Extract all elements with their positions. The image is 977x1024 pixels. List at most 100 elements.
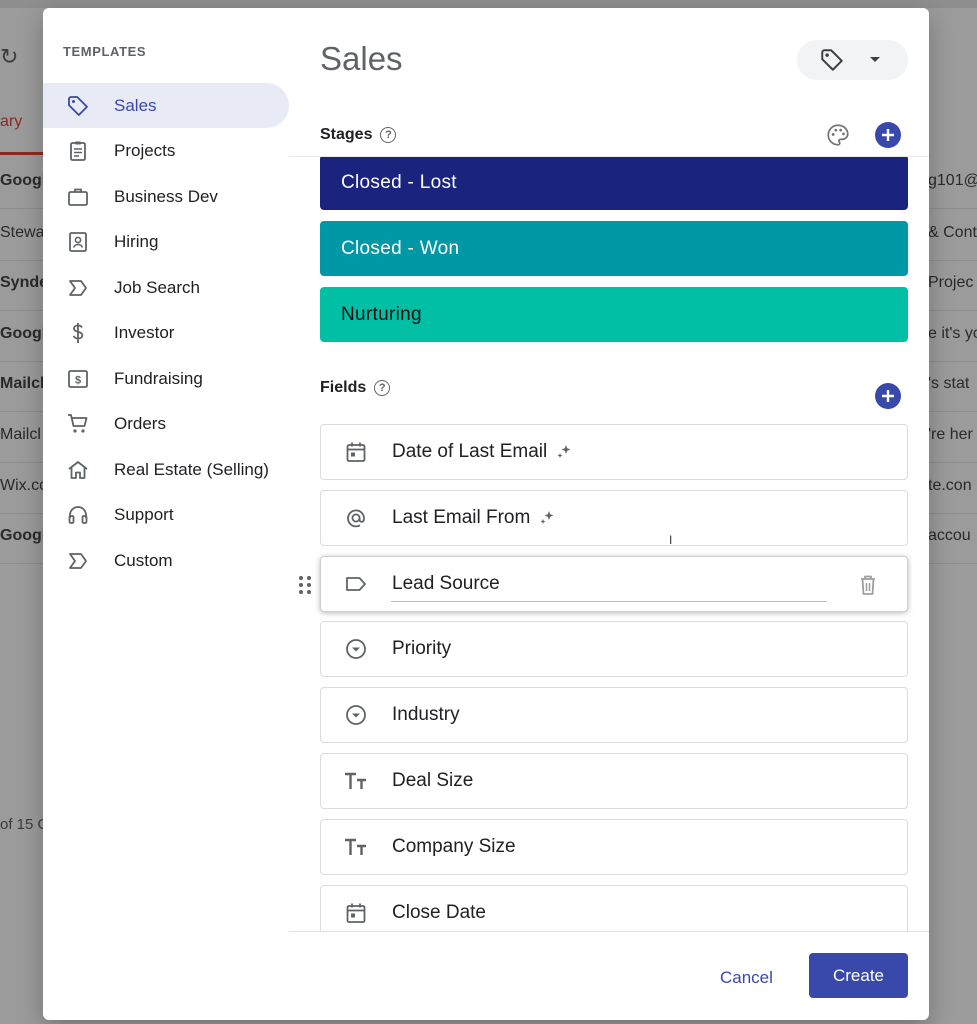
field-row[interactable]: Date of Last Email xyxy=(320,424,908,480)
field-label: Last Email From xyxy=(392,506,531,528)
template-main-panel: Sales Stages ? Closed - Lost Closed - Won… xyxy=(289,8,929,1020)
sidebar-item-label: Projects xyxy=(114,141,176,160)
templates-sidebar: TEMPLATES Sales Projects Business Dev Hirin… xyxy=(43,8,289,1020)
fields-label: Fields xyxy=(320,379,367,396)
background-row-sender: Mailcl xyxy=(0,375,43,392)
sidebar-item-job-search[interactable]: Job Search xyxy=(43,265,289,310)
template-dialog: TEMPLATES Sales Projects Business Dev Hirin… xyxy=(43,8,929,1020)
sidebar-item-investor[interactable]: Investor xyxy=(43,311,289,356)
sidebar-item-label: Sales xyxy=(114,95,157,115)
tag-dropdown-chip[interactable] xyxy=(797,40,908,80)
stage-label: Closed - Lost xyxy=(341,171,457,193)
drag-handle-icon[interactable] xyxy=(297,573,313,597)
background-row-snippet: & Cont xyxy=(928,224,977,241)
background-row-sender: Googl xyxy=(0,325,43,342)
field-label: Industry xyxy=(392,704,460,726)
sidebar-item-label: Job Search xyxy=(114,277,200,297)
sidebar-item-business-dev[interactable]: Business Dev xyxy=(43,174,289,219)
background-row-sender: Stewa xyxy=(0,224,43,241)
background-row-snippet: e it's yo xyxy=(928,325,977,342)
ai-sparkle-icon xyxy=(538,509,556,527)
svg-text:$: $ xyxy=(75,374,81,386)
sidebar-item-orders[interactable]: Orders xyxy=(43,402,289,447)
background-row-sender: Googl xyxy=(0,527,43,544)
create-button[interactable]: Create xyxy=(809,953,908,998)
plus-icon xyxy=(882,390,894,402)
field-row[interactable]: Deal Size xyxy=(320,753,908,809)
field-row[interactable]: Priority xyxy=(320,621,908,678)
background-row-snippet: accou xyxy=(928,527,971,544)
field-row[interactable]: Industry xyxy=(320,687,908,744)
badge-icon xyxy=(65,229,91,255)
sidebar-item-sales[interactable]: Sales xyxy=(43,83,289,128)
palette-icon[interactable] xyxy=(825,122,851,148)
sidebar-item-label: Investor xyxy=(114,323,175,342)
background-row-snippet: 're her xyxy=(928,426,973,443)
headset-icon xyxy=(65,502,91,528)
delete-field-icon[interactable] xyxy=(857,573,879,597)
sidebar-item-label: Business Dev xyxy=(114,186,218,206)
stage-item[interactable]: Closed - Won xyxy=(320,221,908,276)
sidebar-item-support[interactable]: Support xyxy=(43,493,289,538)
background-row-sender: Googl xyxy=(0,172,43,189)
tag-icon xyxy=(819,47,845,73)
tag-icon xyxy=(65,93,91,119)
dropdown-circle-icon xyxy=(343,636,369,662)
calendar-icon xyxy=(343,439,369,465)
field-row[interactable]: Close Date xyxy=(320,884,908,931)
add-stage-button[interactable] xyxy=(875,122,901,148)
cart-icon xyxy=(65,411,91,437)
background-row-snippet: g101@ xyxy=(928,172,977,189)
label-icon xyxy=(343,571,369,597)
field-row[interactable]: Company Size xyxy=(320,818,908,875)
background-tab: ary xyxy=(0,113,23,130)
sidebar-item-label: Support xyxy=(114,505,174,524)
field-name-input-underline xyxy=(391,600,827,602)
chevron-shape-icon xyxy=(65,548,91,574)
background-row-snippet: te.con xyxy=(928,477,972,494)
help-icon[interactable]: ? xyxy=(374,380,391,396)
sidebar-item-projects[interactable]: Projects xyxy=(43,129,289,174)
stage-item[interactable]: Closed - Lost xyxy=(320,157,908,210)
text-cursor-icon: I xyxy=(669,533,673,547)
stage-label: Closed - Won xyxy=(341,237,460,259)
background-row-sender: Synde xyxy=(0,274,43,291)
sidebar-title: TEMPLATES xyxy=(63,44,147,59)
field-row[interactable]: Last Email From xyxy=(320,489,908,546)
sidebar-item-hiring[interactable]: Hiring xyxy=(43,220,289,265)
plus-icon xyxy=(882,129,894,141)
background-topbar xyxy=(0,0,977,8)
stages-label: Stages xyxy=(320,126,373,143)
fields-heading: Fields ? xyxy=(320,379,391,397)
sidebar-item-fundraising[interactable]: $ Fundraising xyxy=(43,356,289,401)
field-label: Date of Last Email xyxy=(392,441,548,462)
add-field-button[interactable] xyxy=(875,383,901,409)
background-row-snippet: 's stat xyxy=(928,375,970,392)
sidebar-item-label: Hiring xyxy=(114,232,159,251)
chevron-shape-icon xyxy=(65,275,91,301)
text-icon xyxy=(343,834,369,860)
refresh-icon: ↻ xyxy=(0,44,19,69)
briefcase-icon xyxy=(65,184,91,210)
cancel-button[interactable]: Cancel xyxy=(720,968,773,988)
sidebar-item-custom[interactable]: Custom xyxy=(43,538,289,583)
stage-label: Nurturing xyxy=(341,303,422,325)
help-icon[interactable]: ? xyxy=(380,127,397,143)
background-row-sender: Wix.co xyxy=(0,477,43,494)
background-tab-indicator xyxy=(0,152,43,155)
caret-down-icon xyxy=(869,56,881,64)
dropdown-circle-icon xyxy=(343,702,369,728)
text-icon xyxy=(343,768,369,794)
sidebar-item-label: Custom xyxy=(114,550,173,570)
stages-fields-scroll-area[interactable]: Closed - Lost Closed - Won Nurturing Field… xyxy=(289,156,929,932)
stage-item[interactable]: Nurturing xyxy=(320,287,908,342)
field-label[interactable]: Lead Source xyxy=(392,573,500,595)
field-row[interactable]: Lead Source xyxy=(299,555,908,612)
dollar-icon xyxy=(65,320,91,346)
sidebar-item-real-estate-selling[interactable]: Real Estate (Selling) xyxy=(43,447,289,492)
ai-sparkle-icon xyxy=(555,443,573,461)
sidebar-item-label: Real Estate (Selling) xyxy=(114,459,269,479)
background-row-snippet: Projec xyxy=(928,274,974,291)
field-label: Company Size xyxy=(392,835,516,857)
sidebar-item-label: Fundraising xyxy=(114,368,203,388)
